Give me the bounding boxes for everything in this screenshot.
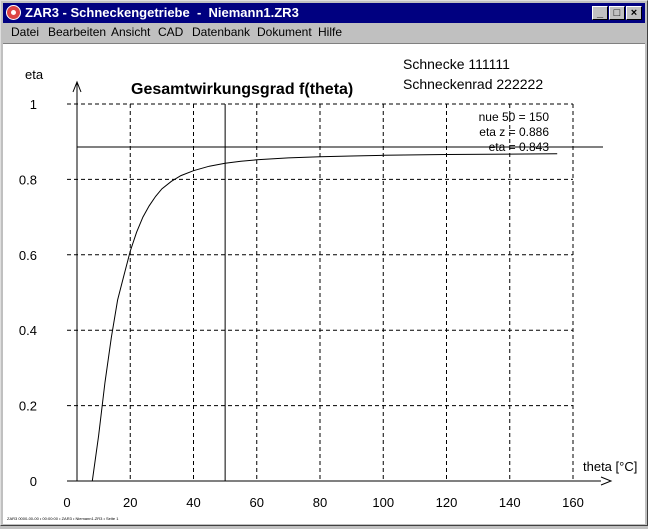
window-title: ZAR3 - Schneckengetriebe - Niemann1.ZR3 xyxy=(25,5,299,20)
x-axis-label: theta [°C] xyxy=(583,459,637,474)
annotation-1: eta z = 0.886 xyxy=(479,125,549,139)
y-tick-label: 0 xyxy=(30,474,37,489)
menu-hilfe[interactable]: Hilfe xyxy=(318,25,342,39)
footer-text: ZAR3 0000-00-00 • 00:00:00 • ZAR3 • Niem… xyxy=(7,516,119,521)
maximize-button[interactable]: □ xyxy=(609,6,625,20)
schnecke-label: Schnecke 111111 xyxy=(403,56,510,72)
y-tick-label: 0.6 xyxy=(19,248,37,263)
x-tick-label: 20 xyxy=(123,495,137,510)
menu-bearbeiten[interactable]: Bearbeiten xyxy=(48,25,106,39)
x-tick-label: 120 xyxy=(436,495,458,510)
chart-title: Gesamtwirkungsgrad f(theta) xyxy=(131,81,353,98)
x-tick-label: 60 xyxy=(250,495,264,510)
y-tick-label: 1 xyxy=(30,97,37,112)
y-tick-label: 0.8 xyxy=(19,172,37,187)
plot-canvas[interactable]: 0 20 40 60 80 100 120 140 160 0 0.2 0.4 0.6 0.8 1 eta th… xyxy=(3,43,645,524)
x-tick-label: 100 xyxy=(372,495,394,510)
annotation-2: eta = 0.843 xyxy=(489,140,550,154)
x-tick-label: 140 xyxy=(499,495,521,510)
x-tick-label: 0 xyxy=(63,495,70,510)
title-bar[interactable]: ZAR3 - Schneckengetriebe - Niemann1.ZR3 … xyxy=(3,3,645,23)
menu-cad[interactable]: CAD xyxy=(158,25,183,39)
menu-bar: Datei Bearbeiten Ansicht CAD Datenbank D… xyxy=(3,23,645,42)
y-tick-label: 0.4 xyxy=(19,323,37,338)
y-axis-label: eta xyxy=(25,67,44,82)
menu-datenbank[interactable]: Datenbank xyxy=(192,25,250,39)
app-window: ZAR3 - Schneckengetriebe - Niemann1.ZR3 … xyxy=(0,0,648,526)
x-tick-label: 80 xyxy=(313,495,327,510)
annotation-0: nue 50 = 150 xyxy=(479,110,550,124)
minimize-button[interactable]: _ xyxy=(592,6,608,20)
x-tick-label: 40 xyxy=(186,495,200,510)
y-tick-label: 0.2 xyxy=(19,399,37,414)
x-tick-label: 160 xyxy=(562,495,584,510)
efficiency-curve xyxy=(91,153,558,482)
menu-ansicht[interactable]: Ansicht xyxy=(111,25,150,39)
schneckenrad-label: Schneckenrad 222222 xyxy=(403,76,543,92)
close-button[interactable]: × xyxy=(626,6,642,20)
menu-dokument[interactable]: Dokument xyxy=(257,25,312,39)
app-icon[interactable] xyxy=(6,5,21,20)
efficiency-chart: 0 20 40 60 80 100 120 140 160 0 0.2 0.4 0.6 0.8 1 eta th… xyxy=(7,56,637,521)
x-axis-arrow xyxy=(600,476,613,486)
menu-datei[interactable]: Datei xyxy=(11,25,39,39)
